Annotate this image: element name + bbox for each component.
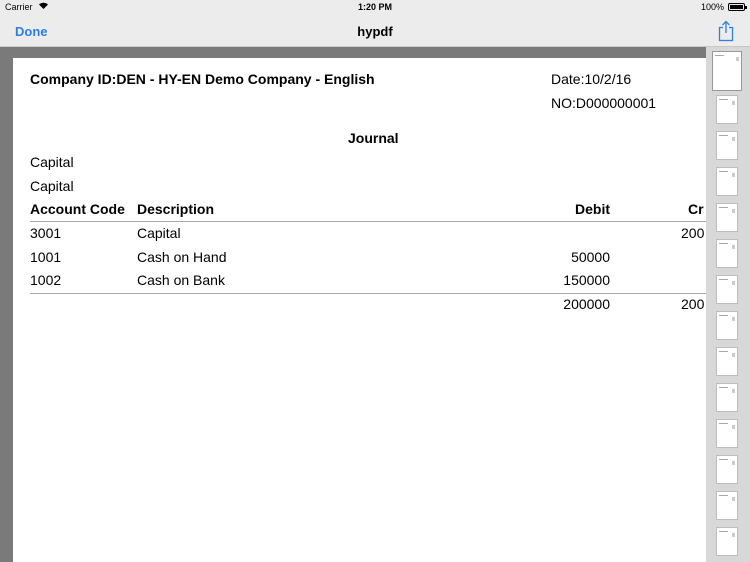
company-header: Company ID:DEN - HY-EN Demo Company - En… — [30, 71, 375, 87]
battery-icon — [728, 3, 747, 11]
navigation-bar: Done hypdf — [0, 16, 750, 47]
row-2-code: 1001 — [30, 249, 62, 265]
page-thumbnail-current[interactable] — [712, 51, 742, 91]
page-thumbnail[interactable] — [716, 203, 738, 232]
row-3-debit: 150000 — [563, 272, 610, 288]
page-thumbnail[interactable] — [716, 131, 738, 160]
pdf-page: Company ID:DEN - HY-EN Demo Company - En… — [13, 58, 706, 562]
row-2-debit: 50000 — [571, 249, 610, 265]
row-1-description: Capital — [137, 225, 181, 241]
page-thumbnail[interactable] — [716, 311, 738, 340]
header-divider — [30, 221, 706, 222]
page-thumbnail[interactable] — [716, 167, 738, 196]
page-title: hypdf — [357, 24, 393, 39]
page-thumbnail[interactable] — [716, 527, 738, 556]
column-header-account-code: Account Code — [30, 201, 125, 217]
document-viewer[interactable]: Company ID:DEN - HY-EN Demo Company - En… — [0, 47, 706, 562]
page-thumbnail[interactable] — [716, 95, 738, 124]
column-header-credit: Cr — [688, 201, 704, 217]
row-1-code: 3001 — [30, 225, 62, 241]
column-header-description: Description — [137, 201, 215, 217]
column-header-debit: Debit — [575, 201, 610, 217]
page-thumbnail[interactable] — [716, 275, 738, 304]
battery-percent: 100% — [700, 2, 724, 12]
page-thumbnail[interactable] — [716, 419, 738, 448]
description-line-2: Capital — [30, 178, 74, 194]
page-thumbnail[interactable] — [716, 383, 738, 412]
document-number: NO:D000000001 — [551, 95, 657, 111]
row-2-description: Cash on Hand — [137, 249, 227, 265]
status-bar: Carrier 1:20 PM 100% — [0, 0, 750, 16]
page-thumbnail[interactable] — [716, 347, 738, 376]
total-debit: 200000 — [563, 296, 610, 312]
totals-divider — [30, 293, 706, 294]
description-line-1: Capital — [30, 154, 74, 170]
row-1-credit: 200 — [681, 225, 705, 241]
document-date: Date:10/2/16 — [551, 71, 632, 87]
row-3-code: 1002 — [30, 272, 62, 288]
page-thumbnail[interactable] — [716, 455, 738, 484]
page-thumbnail[interactable] — [716, 491, 738, 520]
total-credit: 200 — [681, 296, 705, 312]
journal-heading: Journal — [348, 130, 399, 146]
share-icon[interactable] — [716, 20, 736, 42]
row-3-description: Cash on Bank — [137, 272, 225, 288]
page-thumbnail-strip[interactable] — [706, 47, 750, 562]
clock: 1:20 PM — [357, 2, 392, 12]
page-thumbnail[interactable] — [716, 239, 738, 268]
